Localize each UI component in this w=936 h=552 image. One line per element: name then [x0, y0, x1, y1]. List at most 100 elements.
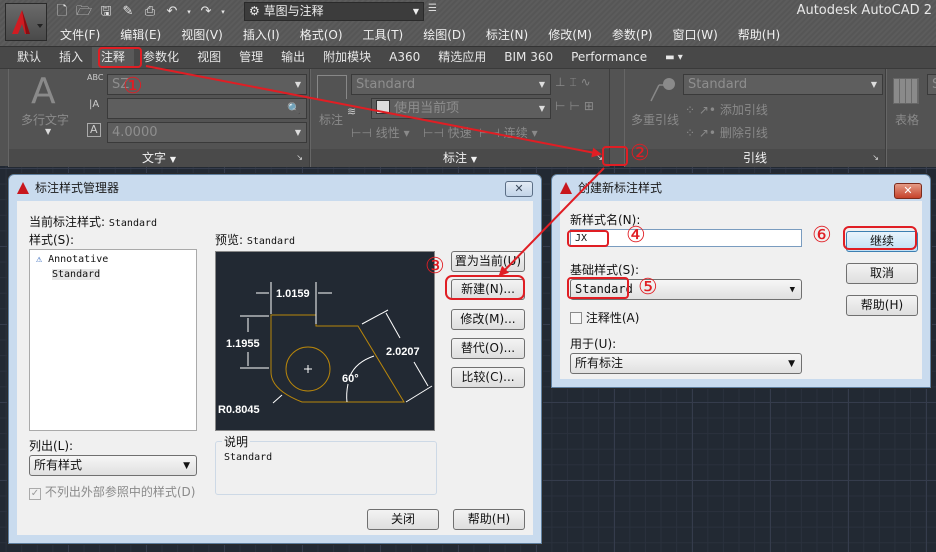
undo-icon[interactable]: ↶	[164, 4, 180, 20]
print-icon[interactable]: ⎙	[142, 4, 158, 20]
dimension-panel-footer[interactable]: 标注 ▼ ↘	[311, 149, 609, 167]
text-panel: A 多行文字 ▼ ABC |A A SZ ▼ 🔍 4.0000 ▼ 文字 ▼ ↘	[8, 69, 310, 167]
override-style-button[interactable]: 替代(O)...	[451, 338, 525, 359]
list-label: 列出(L):	[29, 439, 74, 453]
exclude-xref-checkbox[interactable]: ✓ 不列出外部参照中的样式(D)	[29, 483, 195, 500]
menu-dimension[interactable]: 标注(N)	[476, 26, 538, 44]
tab-output[interactable]: 输出	[272, 47, 314, 69]
leader-panel-footer[interactable]: 引线 ↘	[625, 149, 885, 167]
tab-default[interactable]: 默认	[8, 47, 50, 69]
customize-qat-icon[interactable]: ☰	[428, 3, 437, 14]
tab-insert[interactable]: 插入	[50, 47, 92, 69]
style-item-annotative[interactable]: ⚠ Annotative	[36, 254, 108, 265]
dim-layer-select[interactable]: 使用当前项 ▼	[371, 98, 551, 119]
tab-view[interactable]: 视图	[188, 47, 230, 69]
chevron-down-icon: ▼	[294, 128, 301, 137]
redo-icon[interactable]: ↷	[198, 4, 214, 20]
style-item-standard[interactable]: Standard	[52, 269, 101, 280]
tab-a360[interactable]: A360	[380, 47, 429, 69]
table-icon[interactable]	[893, 78, 919, 104]
multileader-label[interactable]: 多重引线	[631, 111, 679, 128]
table-label[interactable]: 表格	[895, 111, 919, 128]
menu-edit[interactable]: 编辑(E)	[110, 26, 171, 44]
linear-dim-button[interactable]: ⊢⊣ 线性 ▾	[351, 124, 410, 141]
dim-style-select[interactable]: Standard ▼	[351, 74, 551, 95]
modify-style-button[interactable]: 修改(M)...	[451, 309, 525, 330]
tab-parametric[interactable]: 参数化	[134, 47, 188, 69]
close-button[interactable]: ✕	[505, 181, 533, 197]
menu-help[interactable]: 帮助(H)	[728, 26, 790, 44]
styles-list[interactable]: ⚠ Annotative Standard	[29, 249, 197, 431]
autocad-logo-icon	[560, 182, 572, 194]
chevron-down-icon: ▼	[870, 80, 877, 89]
menu-view[interactable]: 视图(V)	[171, 26, 233, 44]
chevron-down-icon: ▼	[470, 155, 477, 164]
find-icon[interactable]: 🔍	[287, 99, 301, 118]
styles-label: 样式(S):	[29, 233, 75, 247]
check-spelling-icon[interactable]: ABC	[87, 73, 103, 82]
menu-insert[interactable]: 插入(I)	[233, 26, 290, 44]
chevron-down-icon: ▼	[169, 155, 176, 164]
remove-leader-button[interactable]: ⁘ ↗• 删除引线	[685, 124, 768, 141]
menu-file[interactable]: 文件(F)	[50, 26, 110, 44]
chevron-down-icon[interactable]: ▼	[45, 127, 51, 136]
undo-dropdown-icon[interactable]: ▾	[186, 4, 192, 20]
table-style-select[interactable]: S	[927, 74, 936, 95]
new-icon[interactable]: 🗋	[54, 4, 70, 20]
description-label: 说明	[222, 433, 251, 450]
checkbox-checked-icon: ✓	[29, 488, 41, 500]
preview-part-outline	[270, 314, 405, 403]
multileader-icon[interactable]	[645, 75, 675, 105]
application-menu-button[interactable]	[5, 3, 47, 41]
list-filter-select[interactable]: 所有样式 ▼	[29, 455, 197, 476]
dialog-title-bar: 标注样式管理器	[9, 175, 541, 201]
text-panel-footer[interactable]: 文字 ▼ ↘	[9, 149, 309, 167]
tab-featured-apps[interactable]: 精选应用	[429, 47, 495, 69]
text-align-icon[interactable]: |A	[89, 99, 99, 110]
workspace-switcher[interactable]: ⚙ 草图与注释 ▼	[244, 2, 424, 21]
find-text-input[interactable]: 🔍	[107, 98, 307, 119]
save-as-icon[interactable]: ✎	[120, 4, 136, 20]
tab-bim360[interactable]: BIM 360	[495, 47, 562, 69]
close-button[interactable]: ✕	[894, 183, 922, 199]
dimension-icon[interactable]	[317, 75, 347, 99]
annotation-step-6: ⑥	[812, 223, 832, 248]
cancel-button[interactable]: 取消	[846, 263, 918, 284]
set-current-button[interactable]: 置为当前(U)	[451, 251, 525, 272]
dim-tools-row1-icons[interactable]: ⊥⌶∿	[555, 75, 595, 90]
continue-dim-button[interactable]: ⊢⊣ 连续 ▾	[479, 124, 538, 141]
workspace-name: 草图与注释	[263, 4, 324, 18]
menu-window[interactable]: 窗口(W)	[663, 26, 728, 44]
close-dialog-button[interactable]: 关闭	[367, 509, 439, 530]
multiline-text-icon[interactable]: A	[31, 71, 56, 112]
menu-draw[interactable]: 绘图(D)	[413, 26, 476, 44]
menu-parametric[interactable]: 参数(P)	[602, 26, 663, 44]
compare-style-button[interactable]: 比较(C)...	[451, 367, 525, 388]
help-button[interactable]: 帮助(H)	[846, 295, 918, 316]
menu-format[interactable]: 格式(O)	[290, 26, 353, 44]
dimension-label[interactable]: 标注	[319, 111, 343, 128]
chevron-down-icon: ▼	[788, 359, 795, 369]
add-leader-button[interactable]: ⁘ ↗• 添加引线	[685, 101, 768, 118]
multiline-text-label[interactable]: 多行文字	[21, 111, 69, 128]
menu-modify[interactable]: 修改(M)	[538, 26, 602, 44]
text-height-select[interactable]: 4.0000 ▼	[107, 122, 307, 143]
annotative-checkbox[interactable]: 注释性(A)	[570, 309, 639, 326]
dialog-launcher-icon[interactable]: ↘	[296, 149, 303, 167]
quick-dim-button[interactable]: ⊢⊣ 快速	[423, 124, 472, 141]
dim-tools-row2-icons[interactable]: ⊢⊢⊞	[555, 99, 598, 113]
tab-addins[interactable]: 附加模块	[314, 47, 380, 69]
tab-manage[interactable]: 管理	[230, 47, 272, 69]
open-icon[interactable]: 🗁	[76, 4, 92, 20]
leader-style-select[interactable]: Standard ▼	[683, 74, 883, 95]
ribbon-display-toggle-icon[interactable]: ▬ ▾	[656, 47, 692, 69]
text-height-icon: A	[87, 123, 101, 137]
redo-dropdown-icon[interactable]: ▾	[220, 4, 226, 20]
help-button[interactable]: 帮助(H)	[453, 509, 525, 530]
menu-tools[interactable]: 工具(T)	[353, 26, 414, 44]
tab-performance[interactable]: Performance	[562, 47, 656, 69]
save-icon[interactable]: 🖫	[98, 4, 114, 20]
dialog-launcher-icon[interactable]: ↘	[872, 149, 879, 167]
preview-dim-aligned: 2.0207	[386, 346, 420, 358]
use-for-select[interactable]: 所有标注 ▼	[570, 353, 802, 374]
